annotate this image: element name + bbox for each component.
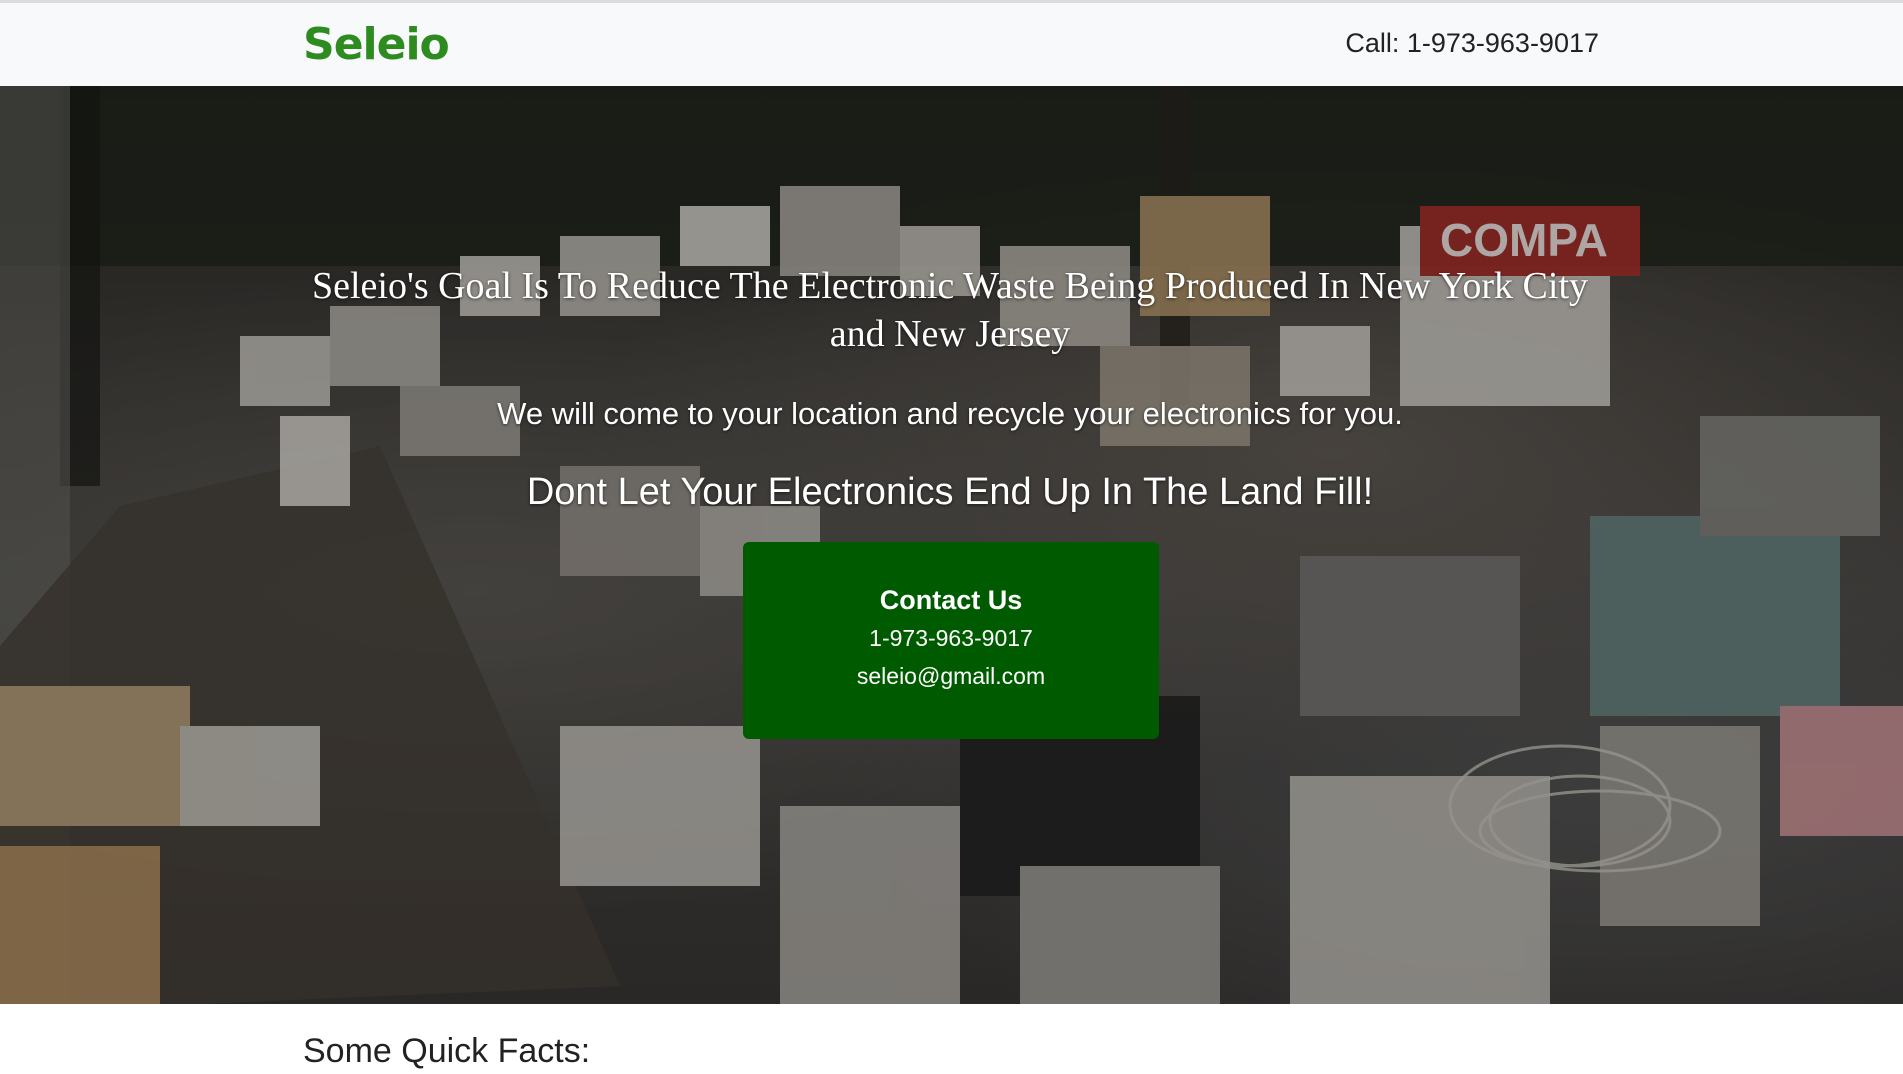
hero-section: COMPA Seleio's Goal Is To Reduce The Ele… [0,86,1903,1004]
contact-phone-link[interactable]: 1-973-963-9017 [743,622,1159,654]
hero-tagline: Dont Let Your Electronics End Up In The … [526,471,1374,513]
hero-title: Seleio's Goal Is To Reduce The Electroni… [311,265,1589,355]
navbar: Seleio Call: 1-973-963-9017 [0,3,1903,86]
contact-us-box[interactable]: Contact Us 1-973-963-9017 seleio@gmail.c… [743,542,1159,739]
contact-us-title: Contact Us [879,585,1023,615]
hero-subtitle: We will come to your location and recycl… [497,396,1403,431]
call-phone-link[interactable]: Call: 1-973-963-9017 [1345,25,1599,61]
quick-facts-heading: Some Quick Facts: [303,1032,591,1070]
contact-email-link[interactable]: seleio@gmail.com [743,660,1159,692]
brand-logo[interactable]: Seleio [303,15,450,75]
